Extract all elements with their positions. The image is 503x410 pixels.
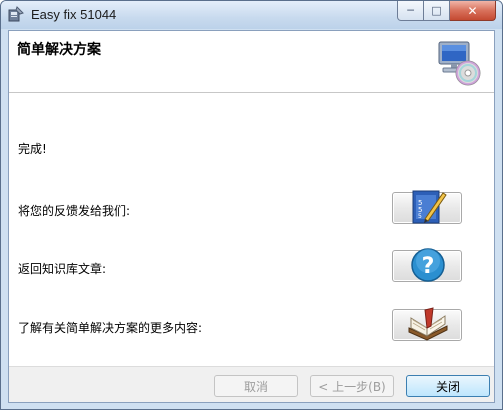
- easy-fix-window: Easy fix 51044 ─ □ ✕ 简单解决方案 完成! 将您的反馈发给我…: [0, 0, 503, 410]
- learn-more-label: 了解有关简单解决方案的更多内容:: [18, 321, 203, 335]
- feedback-label: 将您的反馈发给我们:: [18, 204, 131, 218]
- window-title: Easy fix 51044: [31, 7, 117, 22]
- return-to-kb-article-button[interactable]: ?: [392, 248, 462, 282]
- open-book-icon: [408, 307, 448, 341]
- feedback-form-icon: 5 5 5: [412, 190, 447, 224]
- page-title: 简单解决方案: [17, 42, 101, 58]
- back-button-label: < 上一步(B): [318, 379, 386, 394]
- cancel-button-label: 取消: [243, 379, 268, 394]
- maximize-button[interactable]: □: [424, 1, 450, 21]
- learn-more-button[interactable]: [392, 307, 462, 341]
- caption-buttons: ─ □ ✕: [397, 1, 496, 21]
- status-text: 完成!: [18, 142, 47, 156]
- easy-fix-app-icon: [8, 6, 24, 22]
- kb-article-label: 返回知识库文章:: [18, 262, 107, 276]
- close-button[interactable]: 关闭: [406, 375, 490, 397]
- maximize-icon: □: [431, 4, 442, 17]
- wizard-footer: 取消 < 上一步(B) 关闭: [9, 366, 494, 402]
- close-icon: ✕: [467, 3, 478, 18]
- back-button[interactable]: < 上一步(B): [310, 375, 394, 397]
- svg-text:5: 5: [418, 213, 422, 220]
- title-bar[interactable]: Easy fix 51044 ─ □ ✕: [1, 1, 502, 29]
- minimize-icon: ─: [407, 4, 414, 17]
- svg-text:?: ?: [422, 254, 435, 279]
- cancel-button[interactable]: 取消: [214, 375, 298, 397]
- wizard-client-area: 简单解决方案 完成! 将您的反馈发给我们: 5 5 5 返回知识库文章: ? 了…: [8, 30, 495, 403]
- close-button-label: 关闭: [435, 379, 460, 394]
- close-window-button[interactable]: ✕: [450, 1, 496, 21]
- minimize-button[interactable]: ─: [397, 1, 424, 21]
- wizard-header: 简单解决方案: [9, 31, 494, 93]
- computer-with-cd-icon: [438, 41, 481, 86]
- help-question-icon: ?: [411, 248, 445, 282]
- send-feedback-button[interactable]: 5 5 5: [392, 190, 462, 224]
- wizard-body: 完成! 将您的反馈发给我们: 5 5 5 返回知识库文章: ? 了解有关简单解决…: [9, 94, 494, 366]
